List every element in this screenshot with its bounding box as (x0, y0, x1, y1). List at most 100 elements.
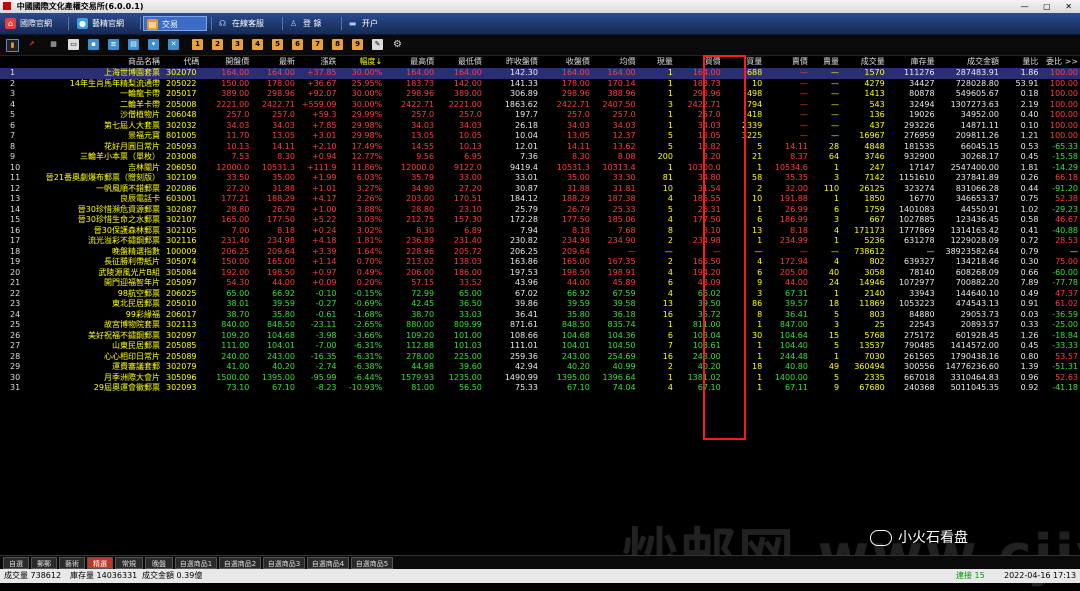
column-header[interactable]: 成交金額 (937, 55, 1001, 68)
column-header[interactable]: 買價 (675, 55, 723, 68)
table-cell: 302070 (161, 68, 202, 79)
table-row[interactable]: 8 花好月圓日常片 205093 10.13 14.11 +2.10 17.49% 14.55… (0, 142, 1080, 153)
table-row[interactable]: 3 一輪龍卡帶 205017 389.00 298.96 +92.07 30.00% 298.… (0, 89, 1080, 100)
tool-icon-1[interactable]: ▪ (88, 39, 99, 50)
table-row[interactable]: 21 開門迎福智年片 205097 54.30 44.00 +0.09 0.20% 57.15… (0, 278, 1080, 289)
table-row[interactable]: 9 三輪羊小本票（單枚） 203008 7.53 8.30 +0.94 12.77% 9.56… (0, 152, 1080, 163)
bottom-tab[interactable]: 自選商品4 (307, 557, 349, 569)
table-row[interactable]: 16 晉30保護森林郵票 302105 7.00 8.18 +0.24 3.02% 8.30 6… (0, 226, 1080, 237)
table-row[interactable]: 10 吉林關片 206050 12000.0 10531.3 +111.9 11.86% 12… (0, 163, 1080, 174)
bottom-tab[interactable]: 自選 (3, 557, 29, 569)
table-row[interactable]: 13 良辰電話卡 603001 177.21 188.29 +4.17 2.26% 203.0… (0, 194, 1080, 205)
column-header[interactable]: 最新 (251, 55, 297, 68)
column-header[interactable]: 賣量 (810, 55, 841, 68)
table-row[interactable]: 2 14年生肖馬年精梨流通帶 205022 150.00 178.00 +36.67 25.… (0, 79, 1080, 90)
column-header[interactable]: 均價 (592, 55, 638, 68)
column-header[interactable]: 委比 >> (1040, 55, 1080, 68)
nav-trade[interactable]: ▤ 交易 (143, 16, 207, 31)
tool-icon-3[interactable]: ▤ (128, 39, 139, 50)
table-cell: 13 (10, 194, 21, 203)
column-header[interactable]: 收盤價 (540, 55, 592, 68)
table-row[interactable]: 25 故宮博物院套票 302113 840.00 848.50 -23.11 -2.65% 8… (0, 320, 1080, 331)
column-header[interactable]: 最低價 (436, 55, 484, 68)
table-row[interactable]: 22 98航空郵票 206025 65.00 66.92 -0.10 -0.15% 72.99… (0, 289, 1080, 300)
table-row[interactable]: 20 武陵源風光片B組 305084 192.00 198.50 +0.97 0.49% 20… (0, 268, 1080, 279)
table-cell: 運費審議套郵 (111, 362, 160, 371)
column-header[interactable]: 最高價 (384, 55, 436, 68)
edit-icon[interactable]: ✎ (372, 39, 383, 50)
tool-icon-5[interactable]: ✕ (168, 39, 179, 50)
table-row[interactable]: 24 99彩緣福 206017 38.70 35.80 -0.61 -1.68% 38.70 3… (0, 310, 1080, 321)
table-row[interactable]: 26 美好祝福不鏽鋼郵票 302097 109.20 104.68 -3.98 -3.66%… (0, 331, 1080, 342)
function-icon-4[interactable]: 4 (252, 39, 263, 50)
table-row[interactable]: 18 晚盤精選指數 100009 206.25 209.64 +3.39 1.64% 228.… (0, 247, 1080, 258)
column-header[interactable]: 賣價 (764, 55, 810, 68)
table-cell: 103.61 (692, 341, 721, 350)
line-chart-icon[interactable]: ↗ (26, 39, 37, 50)
column-header[interactable]: 漲跌 (297, 55, 339, 68)
column-header[interactable]: 開盤價 (201, 55, 251, 68)
table-row[interactable]: 4 二輪羊卡帶 205008 2221.00 2422.71 +559.09 30.00% 2… (0, 100, 1080, 111)
window-controls[interactable]: — ▢ ✕ (1021, 0, 1078, 13)
bottom-tab[interactable]: 晚盤 (145, 557, 173, 569)
table-row[interactable]: 5 沙僧植物片 206048 257.0 257.0 +59.3 29.99% 257.0 25… (0, 110, 1080, 121)
nav-online-service[interactable]: ☊ 在線客服 (214, 16, 280, 31)
page-icon[interactable]: ▭ (68, 39, 79, 50)
grid-view-icon[interactable]: ▦ (48, 39, 59, 50)
column-header[interactable]: 成交量 (841, 55, 887, 68)
bottom-tab[interactable]: 郵郵 (31, 557, 57, 569)
table-row[interactable]: 15 晉30珍惜生命之水郵票 302107 165.00 177.50 +5.22 3.03… (0, 215, 1080, 226)
function-icon-1[interactable]: 1 (192, 39, 203, 50)
table-row[interactable]: 11 晉21番奧劇爆布郵票（贈刻版） 302109 33.50 35.00 +1.99 6.… (0, 173, 1080, 184)
nav-art-site[interactable]: ● 藝精官網 (74, 16, 136, 31)
bar-chart-icon[interactable]: ▮ (6, 39, 19, 52)
table-cell: -6.44% (353, 372, 383, 382)
nav-open-account[interactable]: ▬ 开户 (344, 16, 390, 31)
table-cell: 206048 (165, 110, 197, 119)
table-row[interactable]: 1 上海世博園套票 302070 164.00 164.00 +37.85 30.00% 16… (0, 68, 1080, 79)
column-header[interactable]: 代碼 (162, 55, 201, 68)
tool-icon-4[interactable]: ▾ (148, 39, 159, 50)
column-header[interactable]: 昨收盤價 (484, 55, 540, 68)
table-row[interactable]: 28 心心相印日常片 205089 240.00 243.00 -16.35 -6.31% 2… (0, 352, 1080, 363)
bottom-tab[interactable]: 藝術 (59, 557, 85, 569)
table-row[interactable]: 14 晉30珍惜瀕危資源郵票 302087 28.80 26.79 +1.00 3.88% 2… (0, 205, 1080, 216)
gear-icon[interactable]: ⚙ (392, 39, 403, 50)
column-header[interactable]: 幅度↓ (339, 55, 385, 68)
table-row[interactable]: 23 東北民居郵票 205010 38.01 39.59 -0.27 -0.69% 42.45… (0, 299, 1080, 310)
table-row[interactable]: 19 長征勝利帶紙片 305074 150.00 165.00 +1.14 0.70% 213… (0, 257, 1080, 268)
column-header[interactable]: 庫存量 (887, 55, 937, 68)
function-icon-5[interactable]: 5 (272, 39, 283, 50)
table-row[interactable]: 7 景福元寶 801005 11.70 13.05 +3.01 29.98% 13.05 10.… (0, 131, 1080, 142)
table-row[interactable]: 12 一帆風順不錯郵票 202086 27.20 31.88 +1.01 3.27% 34.9… (0, 184, 1080, 195)
bottom-tab[interactable]: 精選 (87, 557, 113, 569)
function-icon-8[interactable]: 8 (332, 39, 343, 50)
bottom-tab[interactable]: 自選商品1 (175, 557, 217, 569)
nav-login[interactable]: ♙ 登 錄 (285, 16, 337, 31)
function-icon-9[interactable]: 9 (352, 39, 363, 50)
tool-icon-2[interactable]: ≡ (108, 39, 119, 50)
function-icon-6[interactable]: 6 (292, 39, 303, 50)
table-row[interactable]: 27 山東民居郵票 205085 111.00 104.01 -7.00 -6.31% 112… (0, 341, 1080, 352)
table-row[interactable]: 31 29屆奧運會徽郵票 302093 73.10 67.10 -8.23 -10.93% 8… (0, 383, 1080, 394)
table-row[interactable]: 29 運費審議套郵 302079 41.00 40.20 -2.74 -6.38% 44.98… (0, 362, 1080, 373)
column-header[interactable]: 量比 (1001, 55, 1040, 68)
nav-intl-site[interactable]: ⌂ 國際官網 (2, 16, 62, 31)
table-row[interactable]: 17 流光溢彩不鏽鋼郵票 302116 231.40 234.98 +4.18 1.81% 2… (0, 236, 1080, 247)
table-cell: 205010 (165, 299, 197, 308)
bottom-tab[interactable]: 常規 (115, 557, 143, 569)
function-icon-2[interactable]: 2 (212, 39, 223, 50)
bottom-tab[interactable]: 自選商品2 (219, 557, 261, 569)
column-header[interactable]: 商品名稱 (21, 55, 162, 68)
bottom-tab[interactable]: 自選商品5 (351, 557, 393, 569)
table-cell: 4 (667, 288, 673, 298)
table-row[interactable]: 30 月季洲際大會片 305096 1500.00 1395.00 -95.99 -6.44… (0, 373, 1080, 384)
bottom-tab[interactable]: 自選商品3 (263, 557, 305, 569)
column-header[interactable]: 現量 (638, 55, 675, 68)
table-row[interactable]: 6 第七屆人大套票 302032 34.03 34.03 +7.85 29.98% 34.03… (0, 121, 1080, 132)
column-header[interactable]: 買量 (723, 55, 765, 68)
function-icon-7[interactable]: 7 (312, 39, 323, 50)
function-icon-3[interactable]: 3 (232, 39, 243, 50)
column-header[interactable] (0, 55, 21, 68)
table-cell: 66.92 (272, 288, 295, 298)
